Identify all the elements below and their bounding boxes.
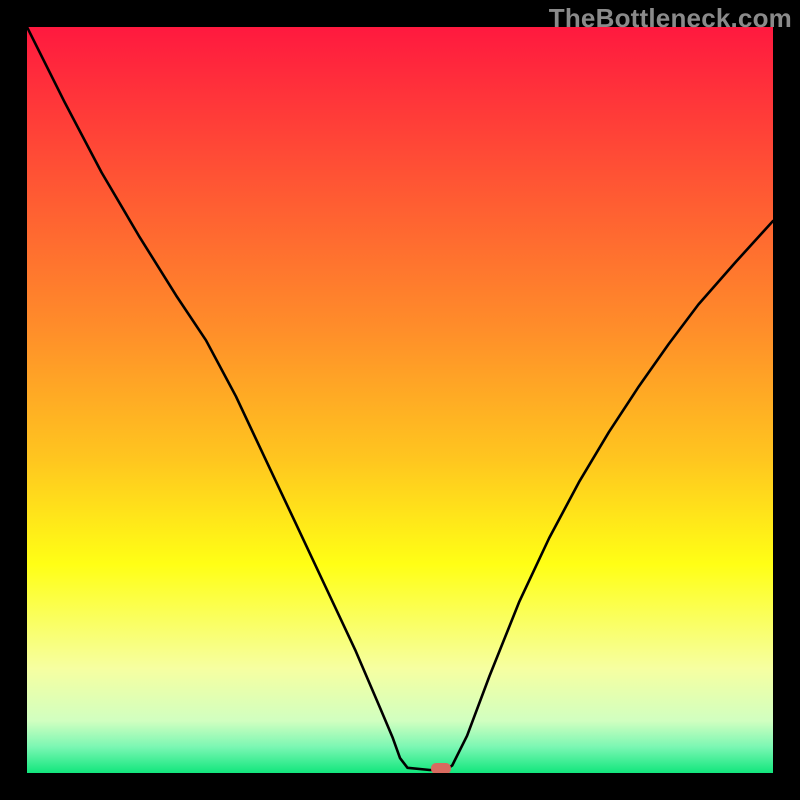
plot-canvas xyxy=(27,27,773,773)
optimum-marker xyxy=(431,763,451,773)
plot-background xyxy=(27,27,773,773)
watermark-text: TheBottleneck.com xyxy=(549,3,792,34)
chart-frame: TheBottleneck.com xyxy=(0,0,800,800)
